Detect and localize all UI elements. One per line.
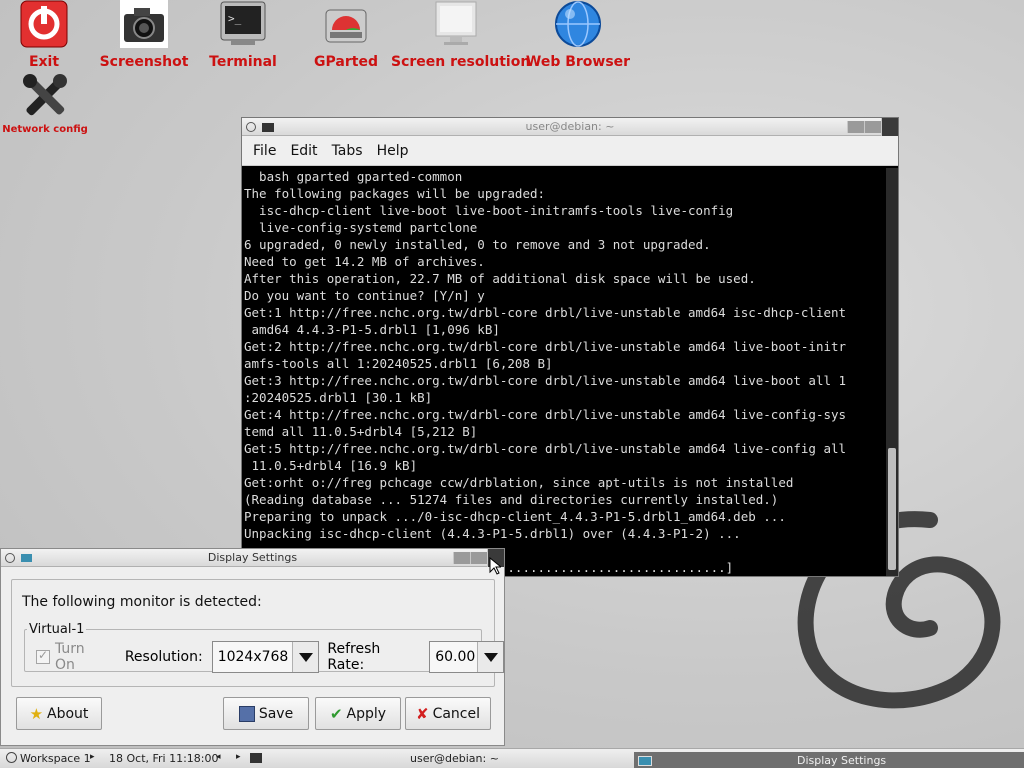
terminal-line: Get:1 http://free.nchc.org.tw/drbl-core … <box>244 305 847 320</box>
terminal-line: Get:orht o://freg pchcage ccw/drblation,… <box>244 475 794 490</box>
cancel-x-icon: ✘ <box>415 704 429 723</box>
turn-on-checkbox[interactable] <box>36 648 50 664</box>
refresh-rate-label: Refresh Rate: <box>327 641 381 673</box>
terminal-line: :20240525.drbl1 [30.1 kB] <box>244 390 433 405</box>
desktop-icon-web-browser[interactable]: Web Browser <box>513 0 643 70</box>
workspace-label[interactable]: Workspace 1 <box>20 752 91 765</box>
floppy-icon <box>238 705 255 722</box>
terminal-line: Preparing to unpack .../0-isc-dhcp-clien… <box>244 509 786 524</box>
task-terminal[interactable]: user@debian: ~ <box>410 752 499 765</box>
power-icon <box>20 0 68 48</box>
checkmark-icon: ✔ <box>329 704 343 723</box>
desktop-icon-label: Web Browser <box>525 54 631 70</box>
resolution-value: 1024x768 <box>217 649 289 665</box>
cancel-button-label: Cancel <box>432 705 480 722</box>
terminal-line: Get:2 http://free.nchc.org.tw/drbl-core … <box>244 339 847 354</box>
window-menu-icon[interactable] <box>5 553 15 563</box>
task-display-settings-label: Display Settings <box>797 754 887 767</box>
save-button[interactable]: Save <box>223 697 309 730</box>
task-display-settings[interactable]: Display Settings <box>634 752 1024 768</box>
terminal-scrollbar[interactable] <box>886 168 898 576</box>
start-menu-icon[interactable] <box>6 752 17 763</box>
tools-icon <box>21 72 69 120</box>
desktop-icon-label: Network config <box>2 124 88 135</box>
close-button[interactable] <box>881 118 898 136</box>
dialog-title: Display Settings <box>207 551 298 564</box>
minimize-button[interactable] <box>847 121 864 133</box>
mouse-cursor <box>489 557 501 575</box>
desktop-icon-network-config[interactable]: Network config <box>0 72 110 135</box>
about-button-label: About <box>47 705 89 722</box>
terminal-line: Get:4 http://free.nchc.org.tw/drbl-core … <box>244 407 847 422</box>
terminal-line: amfs-tools all 1:20240525.drbl1 [6,208 B… <box>244 356 553 371</box>
terminal-line: (Reading database ... 51274 files and di… <box>244 492 779 507</box>
desktop-icon-label: Screen resolution <box>391 54 531 70</box>
terminal-line: After this operation, 22.7 MB of additio… <box>244 271 756 286</box>
clock[interactable]: 18 Oct, Fri 11:18:00 <box>109 752 219 765</box>
desktop-icon-screen-resolution[interactable]: Screen resolution <box>391 0 531 70</box>
monitor-name: Virtual-1 <box>29 622 85 637</box>
terminal-output[interactable]: bash gparted gparted-common The following… <box>244 168 884 576</box>
terminal-line: 11.0.5+drbl4 [16.9 kB] <box>244 458 418 473</box>
disk-gauge-icon <box>322 0 370 48</box>
terminal-title: user@debian: ~ <box>525 120 615 133</box>
taskbar: Workspace 1 ▸ 18 Oct, Fri 11:18:00 ◂ ▸ u… <box>0 748 1024 768</box>
terminal-line: temd all 11.0.5+drbl4 [5,212 B] <box>244 424 478 439</box>
refresh-rate-select[interactable]: 60.00 <box>429 641 504 673</box>
menu-edit[interactable]: Edit <box>283 143 324 159</box>
save-button-label: Save <box>258 705 294 722</box>
menu-file[interactable]: File <box>246 143 283 159</box>
prev-arrow[interactable]: ◂ <box>216 752 221 762</box>
terminal-line: live-config-systemd partclone <box>244 220 478 235</box>
scrollbar-thumb[interactable] <box>888 448 896 570</box>
monitor-icon <box>432 0 480 48</box>
terminal-line: Get:5 http://free.nchc.org.tw/drbl-core … <box>244 441 847 456</box>
chevron-down-icon[interactable] <box>292 642 319 672</box>
resolution-label: Resolution: <box>124 649 203 665</box>
maximize-button[interactable] <box>470 552 487 564</box>
terminal-line: Do you want to continue? [Y/n] y <box>244 288 485 303</box>
about-button[interactable]: ★ About <box>16 697 102 730</box>
dialog-titlebar[interactable]: Display Settings <box>1 549 504 567</box>
window-menu-icon[interactable] <box>246 122 256 132</box>
minimize-button[interactable] <box>453 552 470 564</box>
menu-help[interactable]: Help <box>370 143 416 159</box>
terminal-small-icon <box>262 123 274 132</box>
terminal-line: Need to get 14.2 MB of archives. <box>244 254 485 269</box>
apply-button-label: Apply <box>346 705 387 722</box>
cancel-button[interactable]: ✘ Cancel <box>405 697 491 730</box>
menu-tabs[interactable]: Tabs <box>325 143 370 159</box>
terminal-line: Get:3 http://free.nchc.org.tw/drbl-core … <box>244 373 847 388</box>
terminal-line: isc-dhcp-client live-boot live-boot-init… <box>244 203 734 218</box>
terminal-line: Unpacking isc-dhcp-client (4.4.3-P1-5.dr… <box>244 526 741 541</box>
terminal-menubar: File Edit Tabs Help <box>242 136 898 166</box>
chevron-down-icon[interactable] <box>477 642 503 672</box>
apply-button[interactable]: ✔ Apply <box>315 697 401 730</box>
terminal-task-icon <box>250 753 262 763</box>
maximize-button[interactable] <box>864 121 881 133</box>
star-icon: ★ <box>29 704 44 723</box>
terminal-line: bash gparted gparted-common <box>244 169 463 184</box>
globe-icon <box>554 0 602 48</box>
resolution-select[interactable]: 1024x768 <box>211 641 320 673</box>
monitor-controls: Turn On Resolution: 1024x768 Refresh Rat… <box>36 641 504 673</box>
camera-icon <box>120 0 168 48</box>
next-arrow[interactable]: ▸ <box>236 752 241 762</box>
turn-on-label: Turn On <box>54 641 85 673</box>
detected-text: The following monitor is detected: <box>22 594 262 610</box>
workspace-next-arrow[interactable]: ▸ <box>90 752 95 762</box>
svg-text:>_: >_ <box>228 12 242 25</box>
display-icon <box>21 554 32 562</box>
terminal-line: 6 upgraded, 0 newly installed, 0 to remo… <box>244 237 711 252</box>
refresh-rate-value: 60.00 <box>435 649 476 665</box>
terminal-line: amd64 4.4.3-P1-5.drbl1 [1,096 kB] <box>244 322 500 337</box>
display-settings-dialog[interactable]: Display Settings The following monitor i… <box>0 548 505 746</box>
terminal-line: The following packages will be upgraded: <box>244 186 546 201</box>
display-task-icon <box>638 756 652 766</box>
terminal-icon: >_ <box>219 0 267 48</box>
terminal-window[interactable]: user@debian: ~ File Edit Tabs Help bash … <box>241 117 899 577</box>
terminal-titlebar[interactable]: user@debian: ~ <box>242 118 898 136</box>
